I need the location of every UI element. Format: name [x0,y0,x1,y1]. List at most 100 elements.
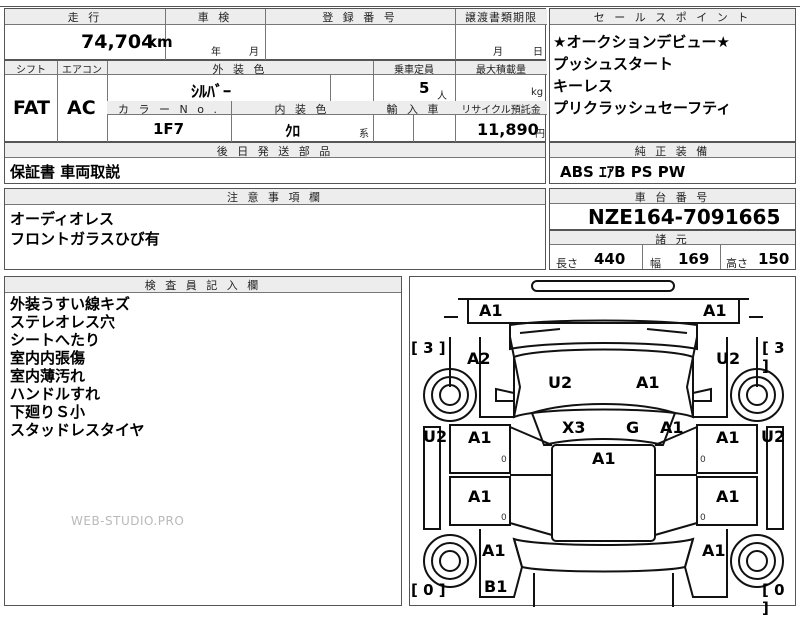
tire-depth-right-bottom: [ 0 ] [762,581,785,617]
sales-point-item: ★オークションデビュー★ [553,33,730,51]
specs-table: シフト エアコン 外 装 色 乗車定員 最大積載量 FAT AC ｼﾙﾊﾞｰ 5… [4,60,547,143]
ac-header: エアコン [57,61,107,76]
mark-side-left: U2 [423,427,448,446]
width-value: 169 [678,250,710,268]
mark-fender-left: A2 [467,349,491,368]
mark-side-right: U2 [761,427,786,446]
capacity-unit: 人 [437,91,447,102]
mark-rear-bumper: B1 [484,577,508,596]
genuine-equipment-header: 純 正 装 備 [550,143,795,158]
transfer-month: 月 [493,47,503,58]
inspector-line: 室内内張傷 [10,349,86,367]
door-zero: 0 [501,513,507,523]
tire-depth-left-top: [ 3 ] [411,339,446,357]
inspector-list: 外装うすい線キズ ステレオレス穴 シートへたり 室内内張傷 室内薄汚れ ハンドル… [10,295,145,439]
mark-rear-door-left: A1 [468,487,492,506]
mark-fender-right: U2 [716,349,741,368]
recycle-unit: 円 [535,129,545,140]
watermark: WEB-STUDIO.PRO [71,514,185,528]
sales-point-item: プッシュスタート [553,55,674,73]
length-value: 440 [594,250,626,268]
sales-points: セ ー ル ス ポ イ ン ト ★オークションデビュー★ プッシュスタート キー… [549,8,796,142]
mark-rear-fender-left: A1 [482,541,506,560]
transfer-day: 日 [533,47,543,58]
vehicle-info-top: 走 行 車 検 登 録 番 号 譲渡書類期限 74,704 km 年 月 月 日 [4,8,547,61]
shift-header: シフト [5,61,57,76]
sales-points-list: ★オークションデビュー★ プッシュスタート キーレス プリクラッシュセーフティ [553,31,731,119]
recycle-value: 11,890 [477,120,539,139]
inspector-line: ステレオレス穴 [10,313,116,331]
max-load-unit: kg [531,87,544,98]
tire-depth-right-top: [ 3 ] [762,339,785,375]
inspection-month: 月 [249,47,259,58]
mark-windshield-x3: X3 [562,418,586,437]
mark-rear-fender-right: A1 [702,541,726,560]
width-label: 幅 [650,257,661,270]
inspector-line: 外装うすい線キズ [10,295,131,313]
later-parts: 後 日 発 送 部 品 保証書 車両取説 [4,142,546,184]
mark-front-door-left: A1 [468,428,492,447]
interior-color-value: ｸﾛ [285,122,301,140]
mark-front-door-right: A1 [716,428,740,447]
mark-windshield-a1: A1 [660,418,684,437]
max-load-header: 最大積載量 [455,61,547,76]
inspection-year: 年 [211,47,221,58]
interior-color-suffix: 系 [359,129,369,140]
later-parts-header: 後 日 発 送 部 品 [5,143,545,158]
ac-value: AC [67,97,96,119]
registration-header: 登 録 番 号 [265,9,455,25]
transfer-header: 譲渡書類期限 [455,9,547,25]
inspection-header: 車 検 [165,9,265,25]
mileage-value: 74,704 [81,31,155,53]
exterior-color-value: ｼﾙﾊﾞｰ [191,82,232,101]
inspector-line: 室内薄汚れ [10,367,86,385]
inspector-line: 下廻りＳ小 [10,403,86,421]
height-value: 150 [758,250,790,268]
inspector-line: ハンドルすれ [10,385,101,403]
chassis-header: 車 台 番 号 [550,189,795,204]
shift-value: FAT [13,97,50,119]
sales-point-item: プリクラッシュセーフティ [553,99,732,117]
import-header: 輸 入 車 [373,101,455,116]
notes-list: オーディオレス フロントガラスひび有 [10,209,160,249]
genuine-equipment-value: ABS ｴｱB PS PW [560,163,686,181]
inspector-line: スタッドレスタイヤ [10,421,145,439]
note-line: フロントガラスひび有 [10,230,160,248]
mark-windshield-g: G [626,418,640,437]
dimensions-header: 諸 元 [550,231,795,246]
sales-point-item: キーレス [553,77,614,95]
note-line: オーディオレス [10,210,114,228]
exterior-color-header: 外 装 色 [107,61,373,76]
mark-hood-right: A1 [636,373,660,392]
tire-depth-left-bottom: [ 0 ] [411,581,446,599]
interior-color-header: 内 装 色 [231,101,373,116]
door-zero: 0 [700,513,706,523]
genuine-equipment: 純 正 装 備 ABS ｴｱB PS PW [549,142,796,184]
capacity-header: 乗車定員 [373,61,455,76]
mark-hood-left: U2 [548,373,573,392]
inspector-line: シートへたり [10,331,101,349]
recycle-header: リサイクル預託金 [455,101,547,116]
top-edge-strip [0,0,800,7]
inspector-notes: 検 査 員 記 入 欄 外装うすい線キズ ステレオレス穴 シートへたり 室内内張… [4,276,402,606]
chassis-value: NZE164-7091665 [588,205,781,229]
length-label: 長さ [556,257,578,270]
capacity-value: 5 [419,79,430,97]
notes: 注 意 事 項 欄 オーディオレス フロントガラスひび有 [4,188,546,270]
mark-roof: A1 [592,449,616,468]
door-zero: 0 [700,455,706,465]
door-zero: 0 [501,455,507,465]
mileage-unit: km [147,33,173,51]
sales-points-header: セ ー ル ス ポ イ ン ト [550,9,795,25]
mark-rear-door-right: A1 [716,487,740,506]
notes-header: 注 意 事 項 欄 [5,189,545,205]
mileage-header: 走 行 [5,9,165,25]
inspector-header: 検 査 員 記 入 欄 [5,277,401,293]
dimensions: 諸 元 長さ 440 幅 169 高さ 150 [549,230,796,270]
color-no-header: カ ラ ー N o . [107,101,231,116]
chassis-number: 車 台 番 号 NZE164-7091665 [549,188,796,230]
mark-front-left: A1 [479,301,503,320]
car-diagram: A1 A1 A2 U2 U2 A1 X3 G A1 A1 A1 A1 A1 A1… [409,276,796,617]
height-label: 高さ [726,257,748,270]
color-no-value: 1F7 [153,120,185,138]
